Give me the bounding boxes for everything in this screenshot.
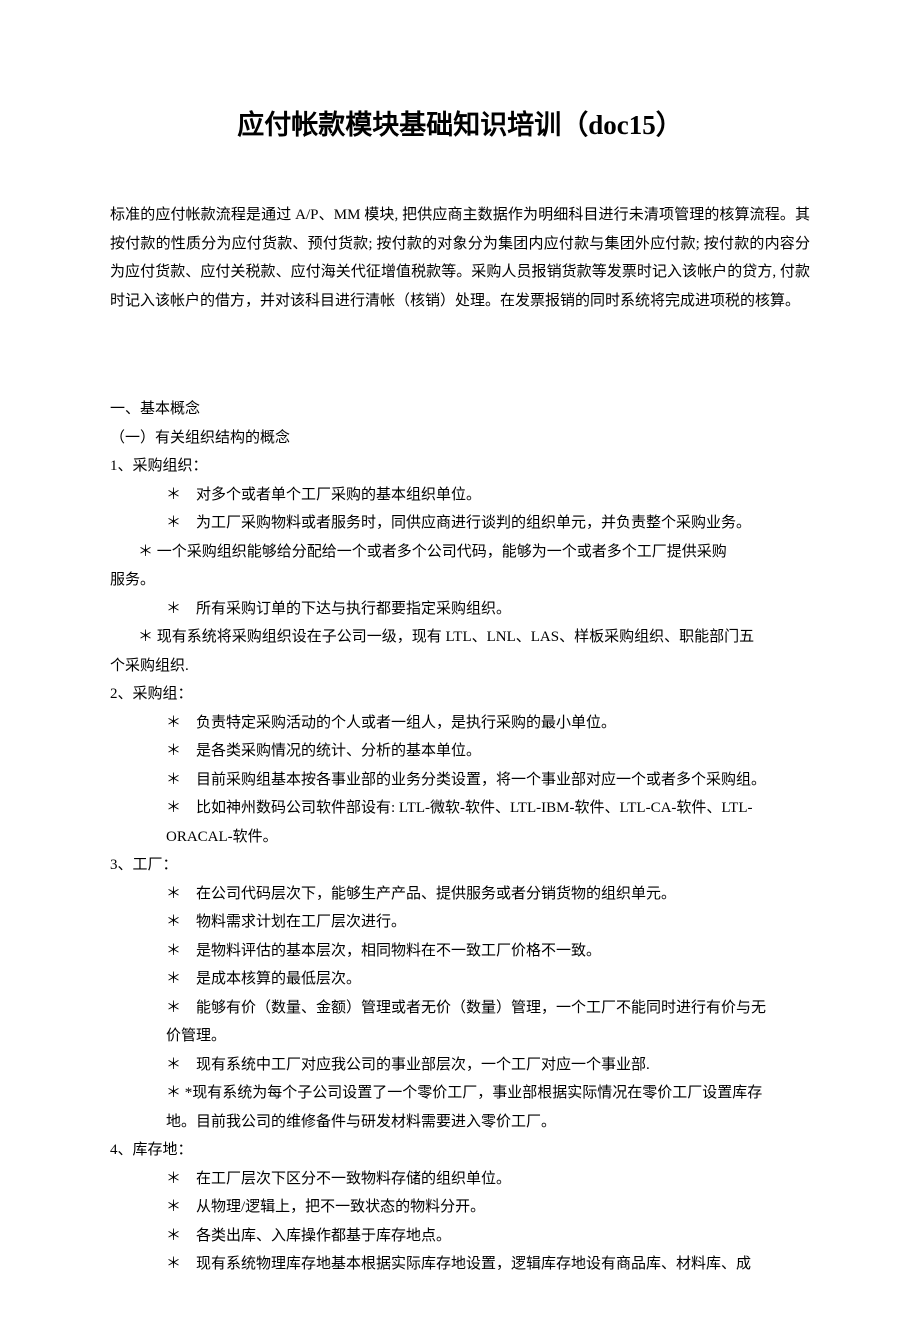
bullet: ＊ 现有系统物理库存地基本根据实际库存地设置，逻辑库存地设有商品库、材料库、成 <box>166 1250 810 1279</box>
bullet: ＊ 一个采购组织能够给分配给一个或者多个公司代码，能够为一个或者多个工厂提供采购 <box>110 538 810 567</box>
bullet: ＊ 在工厂层次下区分不一致物料存储的组织单位。 <box>166 1165 810 1194</box>
item-4-heading: 4、库存地： <box>110 1136 810 1165</box>
bullet: ＊ 是各类采购情况的统计、分析的基本单位。 <box>166 737 810 766</box>
bullet: ＊ 比如神州数码公司软件部设有: LTL-微软-软件、LTL-IBM-软件、LT… <box>166 794 810 823</box>
bullet: ＊ 从物理/逻辑上，把不一致状态的物料分开。 <box>166 1193 810 1222</box>
title-close: ） <box>656 110 683 140</box>
bullet-cont: 地。目前我公司的维修备件与研发材料需要进入零价工厂。 <box>166 1108 810 1137</box>
item-3-bullets: ＊ 在公司代码层次下，能够生产产品、提供服务或者分销货物的组织单元。 ＊ 物料需… <box>110 880 810 1137</box>
bullet: ＊ 为工厂采购物料或者服务时，同供应商进行谈判的组织单元，并负责整个采购业务。 <box>166 509 810 538</box>
bullet: ＊ 在公司代码层次下，能够生产产品、提供服务或者分销货物的组织单元。 <box>166 880 810 909</box>
item-1-bullets-2: ＊ 所有采购订单的下达与执行都要指定采购组织。 <box>110 595 810 624</box>
subsection-1-1-heading: （一）有关组织结构的概念 <box>110 424 810 453</box>
bullet: ＊ 所有采购订单的下达与执行都要指定采购组织。 <box>166 595 810 624</box>
bullet: ＊ 对多个或者单个工厂采购的基本组织单位。 <box>166 481 810 510</box>
title-main: 应付帐款模块基础知识培训（ <box>237 110 588 140</box>
title-docnum: doc15 <box>588 110 656 140</box>
bullet: ＊ 各类出库、入库操作都基于库存地点。 <box>166 1222 810 1251</box>
page-title: 应付帐款模块基础知识培训（doc15） <box>110 100 810 151</box>
item-4-bullets: ＊ 在工厂层次下区分不一致物料存储的组织单位。 ＊ 从物理/逻辑上，把不一致状态… <box>110 1165 810 1279</box>
item-2-bullets: ＊ 负责特定采购活动的个人或者一组人，是执行采购的最小单位。 ＊ 是各类采购情况… <box>110 709 810 852</box>
bullet: ＊ 目前采购组基本按各事业部的业务分类设置，将一个事业部对应一个或者多个采购组。 <box>166 766 810 795</box>
bullet: ＊ 现有系统将采购组织设在子公司一级，现有 LTL、LNL、LAS、样板采购组织… <box>110 623 810 652</box>
bullet-cont: ORACAL-软件。 <box>166 823 810 852</box>
bullet-cont: 个采购组织. <box>110 652 810 681</box>
item-1-heading: 1、采购组织： <box>110 452 810 481</box>
item-2-heading: 2、采购组： <box>110 680 810 709</box>
bullet: ＊ 能够有价（数量、金额）管理或者无价（数量）管理，一个工厂不能同时进行有价与无 <box>166 994 810 1023</box>
bullet-cont: 服务。 <box>110 566 810 595</box>
bullet: ＊ 是成本核算的最低层次。 <box>166 965 810 994</box>
bullet-cont: 价管理。 <box>166 1022 810 1051</box>
bullet: ＊ 是物料评估的基本层次，相同物料在不一致工厂价格不一致。 <box>166 937 810 966</box>
item-3-heading: 3、工厂： <box>110 851 810 880</box>
bullet: ＊ *现有系统为每个子公司设置了一个零价工厂，事业部根据实际情况在零价工厂设置库… <box>166 1079 810 1108</box>
bullet: ＊ 现有系统中工厂对应我公司的事业部层次，一个工厂对应一个事业部. <box>166 1051 810 1080</box>
intro-paragraph: 标准的应付帐款流程是通过 A/P、MM 模块, 把供应商主数据作为明细科目进行未… <box>110 201 810 315</box>
bullet: ＊ 负责特定采购活动的个人或者一组人，是执行采购的最小单位。 <box>166 709 810 738</box>
bullet: ＊ 物料需求计划在工厂层次进行。 <box>166 908 810 937</box>
item-1-bullets: ＊ 对多个或者单个工厂采购的基本组织单位。 ＊ 为工厂采购物料或者服务时，同供应… <box>110 481 810 538</box>
section-1-heading: 一、基本概念 <box>110 395 810 424</box>
